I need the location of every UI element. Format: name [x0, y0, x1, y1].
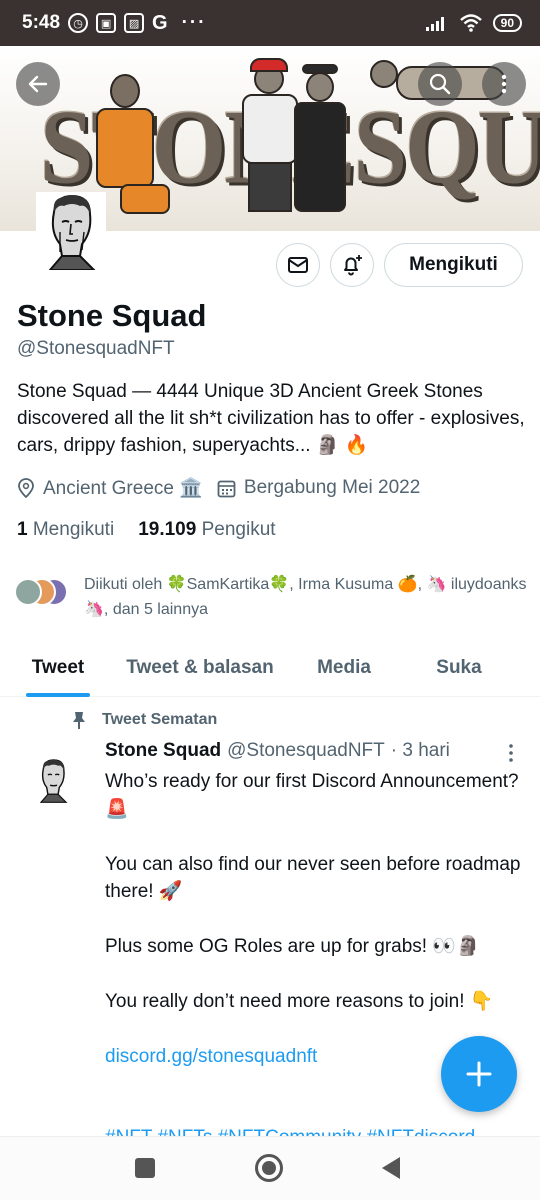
tweet-author-avatar[interactable]: [33, 752, 73, 808]
google-icon: G: [152, 11, 168, 34]
tweet-paragraph: Who’s ready for our first Discord Announ…: [105, 771, 519, 820]
tweet-author-name[interactable]: Stone Squad: [105, 740, 221, 762]
profile-stats: 1 Mengikuti 19.109 Pengikut: [17, 519, 276, 541]
location-pin-icon: [18, 478, 34, 498]
followers-link[interactable]: 19.109 Pengikut: [138, 519, 275, 541]
tweet-text: Who’s ready for our first Discord Announ…: [105, 768, 525, 1071]
overflow-notifications-icon: ···: [181, 12, 207, 33]
followers-label: Pengikut: [201, 519, 276, 540]
back-nav-button[interactable]: [380, 1155, 402, 1186]
alarm-icon: ◷: [68, 13, 89, 33]
wifi-icon: [459, 14, 482, 32]
status-bar: 5:48 ◷ ▣ ▨ G ··· 90: [0, 0, 540, 46]
joined-text: Bergabung Mei 2022: [243, 477, 421, 498]
recents-button[interactable]: [134, 1157, 156, 1184]
notification-icons: ◷ ▣ ▨ G ···: [68, 12, 207, 35]
pinned-label: Tweet Sematan: [102, 711, 218, 728]
back-button[interactable]: [16, 62, 60, 106]
bell-plus-icon: [344, 255, 362, 276]
tweet-author-handle[interactable]: @StonesquadNFT: [227, 740, 385, 762]
followed-by-text: Diikuti oleh 🍀SamKartika🍀, Irma Kusuma 🍊…: [84, 576, 527, 618]
following-button[interactable]: Mengikuti: [384, 243, 523, 287]
system-navigation-bar: [0, 1136, 540, 1200]
battery-indicator: 90: [492, 14, 522, 32]
profile-name: Stone Squad: [17, 298, 207, 333]
tweet-timestamp: · 3 hari: [390, 740, 450, 761]
search-icon: [429, 73, 451, 95]
tweet-hashtags[interactable]: #NFT #NFTs #NFTCommunity #NFTdiscord: [105, 1126, 525, 1136]
followed-by-row[interactable]: Diikuti oleh 🍀SamKartika🍀, Irma Kusuma 🍊…: [14, 572, 530, 622]
compose-tweet-button[interactable]: [441, 1036, 517, 1112]
follower-avatars: [14, 572, 80, 612]
tweet-header: Stone Squad @StonesquadNFT · 3 hari: [105, 740, 450, 762]
more-vertical-icon: [509, 744, 513, 762]
circle-icon: [255, 1154, 283, 1182]
profile-tabs: Tweet Tweet & balasan Media Suka: [0, 640, 540, 697]
gallery-icon: ▣: [96, 13, 117, 33]
following-count: 1: [17, 519, 28, 540]
joined-item: Bergabung Mei 2022: [217, 477, 420, 499]
follower-avatar: [14, 578, 42, 606]
plus-icon: [466, 1061, 492, 1087]
calendar-icon: [217, 480, 236, 497]
status-time: 5:48: [22, 12, 61, 33]
location-item: Ancient Greece 🏛️: [17, 476, 203, 500]
banner-figure-suit: [290, 64, 350, 224]
image-icon: ▨: [124, 13, 145, 33]
square-icon: [135, 1158, 155, 1178]
more-options-button[interactable]: [482, 62, 526, 106]
following-label: Mengikuti: [32, 519, 115, 540]
arrow-left-icon: [28, 75, 48, 93]
pinned-indicator: Tweet Sematan: [70, 710, 217, 730]
tab-tweets-replies[interactable]: Tweet & balasan: [116, 640, 284, 696]
more-vertical-icon: [501, 74, 507, 94]
tab-tweets[interactable]: Tweet: [0, 640, 116, 696]
home-button[interactable]: [254, 1153, 284, 1188]
tweet-paragraph: You can also find our never seen before …: [105, 853, 521, 903]
triangle-back-icon: [382, 1157, 400, 1179]
profile-bio: Stone Squad — 4444 Unique 3D Ancient Gre…: [17, 381, 525, 456]
profile-handle: @StonesquadNFT: [17, 338, 175, 359]
followers-count: 19.109: [138, 519, 197, 540]
following-link[interactable]: 1 Mengikuti: [17, 519, 114, 541]
tab-media[interactable]: Media: [284, 640, 404, 696]
profile-avatar[interactable]: [36, 192, 106, 271]
search-button[interactable]: [418, 62, 462, 106]
tab-likes[interactable]: Suka: [404, 640, 514, 696]
pin-icon: [73, 712, 85, 729]
notify-button[interactable]: [330, 243, 374, 287]
profile-meta: Ancient Greece 🏛️ Bergabung Mei 2022: [17, 476, 420, 500]
greek-bust-avatar-icon: [39, 759, 68, 803]
tweet-paragraph: You really don’t need more reasons to jo…: [105, 991, 494, 1012]
tweet-more-button[interactable]: [506, 742, 516, 769]
tweet-paragraph: Plus some OG Roles are up for grabs! 👀🗿: [105, 936, 480, 957]
greek-bust-avatar-icon: [47, 194, 97, 271]
message-button[interactable]: [276, 243, 320, 287]
location-text: Ancient Greece 🏛️: [43, 478, 203, 499]
envelope-icon: [288, 257, 308, 273]
signal-icon: [425, 17, 444, 31]
